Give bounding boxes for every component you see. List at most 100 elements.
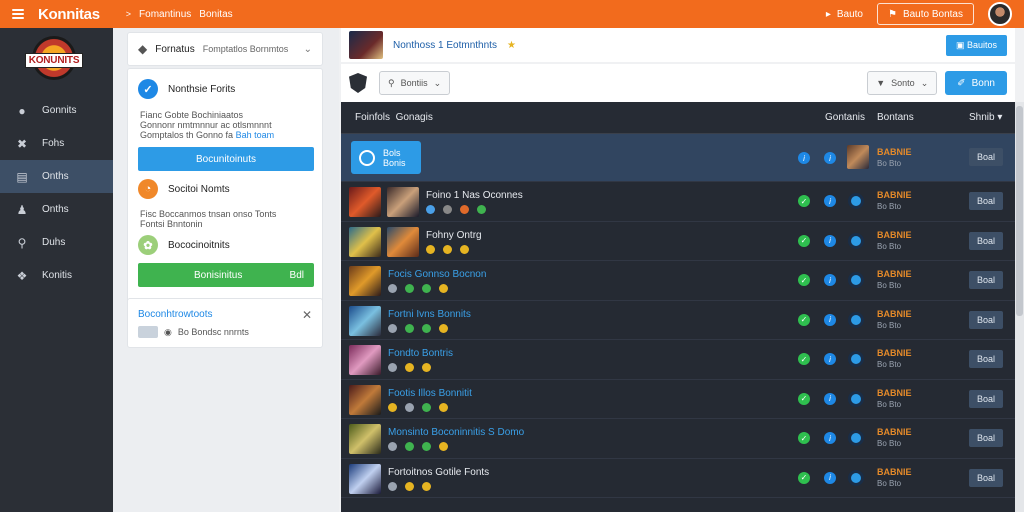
info-icon[interactable]: i [824,313,836,326]
new-button[interactable]: ✐ Bonn [945,71,1007,95]
sidebar-item-trophy[interactable]: ❖ Konitis [0,259,113,292]
header-button[interactable]: ⚑ Bauto Bontas [876,3,974,25]
check-icon[interactable]: ✓ [798,313,810,326]
info-icon[interactable]: i [824,353,836,365]
app-logo[interactable]: KONUNITS [20,36,88,84]
table-row[interactable]: Focis Gonnso Bocnon ✓ i BABNIE Bo Bto Boal [341,261,1015,301]
game-thumbnail[interactable] [349,187,381,217]
info-icon[interactable]: i [824,234,836,247]
info-icon[interactable]: i [824,432,836,444]
game-thumbnail[interactable] [349,226,381,257]
row-action-button[interactable]: Boal [969,310,1003,329]
menu-icon[interactable] [12,9,24,19]
column-header-name[interactable]: Foinfols Gonagis [355,112,433,123]
sidebar-item-search[interactable]: ⚲ Duhs [0,226,113,259]
column-header-status[interactable]: Bontans [877,112,914,123]
column-header-action[interactable]: Shnib ▾ [969,112,1002,123]
info-icon[interactable]: i [824,274,836,286]
header-link[interactable]: ▸ Bauto [826,9,863,20]
table-row[interactable]: Fortni Ivns Bonnits ✓ i BABNIE Bo Bto Boal [341,301,1015,340]
row-action-button[interactable]: Boal [969,231,1003,250]
app-brand[interactable]: Konnitas [38,6,100,23]
info-icon[interactable]: i [824,195,836,207]
row-title[interactable]: Focis Gonnso Bocnon [388,269,486,280]
filter-dropdown[interactable]: ◆ Fornatus Fomptatlos Bornmtos ⌄ [127,32,323,66]
game-thumbnail[interactable] [349,463,381,494]
row-title[interactable]: Monsinto Boconinnitis S Domo [388,427,524,438]
flag-icon: ⚑ [887,8,897,20]
table-row[interactable]: Footis Illos Bonnitit ✓ i BABNIE Bo Bto Boal [341,380,1015,419]
game-thumbnail[interactable] [349,305,381,336]
ring-icon[interactable] [848,351,864,367]
sidebar-item-user[interactable]: ♟ Onths [0,193,113,226]
info-icon[interactable]: i [824,392,836,405]
check-icon[interactable]: ✓ [798,195,810,207]
sidebar-item-tools[interactable]: ✖ Fohs [0,127,113,160]
row-action-button[interactable]: Boal [969,389,1003,408]
ring-icon[interactable] [848,390,864,407]
check-icon[interactable]: ✓ [798,432,810,444]
row-action-button[interactable]: Boal [969,350,1003,368]
breadcrumb-item[interactable]: Bonitas [199,9,232,20]
ring-icon[interactable] [848,430,864,446]
game-thumbnail[interactable] [349,384,381,415]
game-thumbnail[interactable] [387,226,419,257]
header-action-button[interactable]: ▣ Bauitos [945,34,1007,56]
user-avatar[interactable] [988,2,1012,26]
row-title[interactable]: Foino 1 Nas Oconnes [426,190,523,201]
info-icon[interactable]: i [824,152,836,164]
info-icon[interactable]: i [824,471,836,484]
sidebar-item-list[interactable]: ▤ Onths [0,160,113,193]
scrollbar-thumb[interactable] [1016,106,1023,316]
sidebar-item-label: Onths [42,204,69,215]
check-icon[interactable]: ✓ [798,392,810,405]
featured-button[interactable]: Bols Bonis [351,141,421,174]
table-row[interactable]: Fohny Ontrg ✓ i BABNIE Bo Bto Boal [341,222,1015,261]
table-row[interactable]: Fondto Bontris ✓ i BABNIE Bo Bto Boal [341,340,1015,380]
row-title[interactable]: Fortni Ivns Bonnits [388,309,471,320]
game-thumbnail[interactable] [387,187,419,217]
player-thumbnail [847,145,869,169]
ring-icon[interactable] [848,272,864,288]
info-icon[interactable]: i [798,152,810,164]
row-action-button[interactable]: Boal [969,468,1003,487]
success-button[interactable]: Bonisinitus Bdl [138,263,314,287]
game-thumbnail[interactable] [349,424,381,454]
row-title[interactable]: Fortoitnos Gotile Fonts [388,467,489,478]
ring-icon[interactable] [848,311,864,328]
sort-select[interactable]: ▼ Sonto ⌄ [867,71,938,95]
row-title[interactable]: Footis Illos Bonnitit [388,388,472,399]
close-icon[interactable]: ✕ [302,308,312,322]
sidebar-item-games[interactable]: ● Gonnits [0,94,113,127]
breadcrumb-item[interactable]: Fomantinus [139,9,191,20]
card-link[interactable]: Bah toam [236,130,275,140]
check-icon[interactable]: ✓ [798,234,810,247]
row-action-button[interactable]: Boal [969,271,1003,289]
search-icon: ⚲ [17,235,27,250]
game-thumbnail[interactable] [349,266,381,296]
ring-icon[interactable] [848,469,864,486]
scrollbar[interactable] [1015,102,1024,512]
primary-button[interactable]: Bocunitoinuts [138,147,314,171]
row-title[interactable]: Fohny Ontrg [426,230,482,241]
row-action-button[interactable]: Boal [969,429,1003,447]
ring-icon[interactable] [848,193,864,209]
row-title[interactable]: Fondto Bontris [388,348,453,359]
ring-icon[interactable] [848,232,864,249]
featured-row[interactable]: Bols Bonis i i BABNIE Bo Bto Boal [341,134,1015,182]
game-thumbnail[interactable] [349,31,383,59]
tag-icon [422,363,431,372]
card-section: ✿ Bococinoitnits [138,235,230,255]
game-thumbnail[interactable] [349,345,381,375]
table-row[interactable]: Monsinto Boconinnitis S Domo ✓ i BABNIE Bo B… [341,419,1015,459]
table-row[interactable]: Fortoitnos Gotile Fonts ✓ i BABNIE Bo Bto Boa… [341,459,1015,498]
table-row[interactable]: Foino 1 Nas Oconnes ✓ i BABNIE Bo Bto Boal [341,182,1015,222]
search-select[interactable]: ⚲ Bontiis ⌄ [379,71,451,95]
column-header-contacts[interactable]: Gontanis [825,112,865,123]
check-icon[interactable]: ✓ [798,471,810,484]
check-icon[interactable]: ✓ [798,274,810,286]
check-icon[interactable]: ✓ [798,353,810,365]
notification-title[interactable]: Boconhtrowtoots [138,309,213,320]
row-action-button[interactable]: Boal [969,148,1003,166]
row-action-button[interactable]: Boal [969,192,1003,210]
